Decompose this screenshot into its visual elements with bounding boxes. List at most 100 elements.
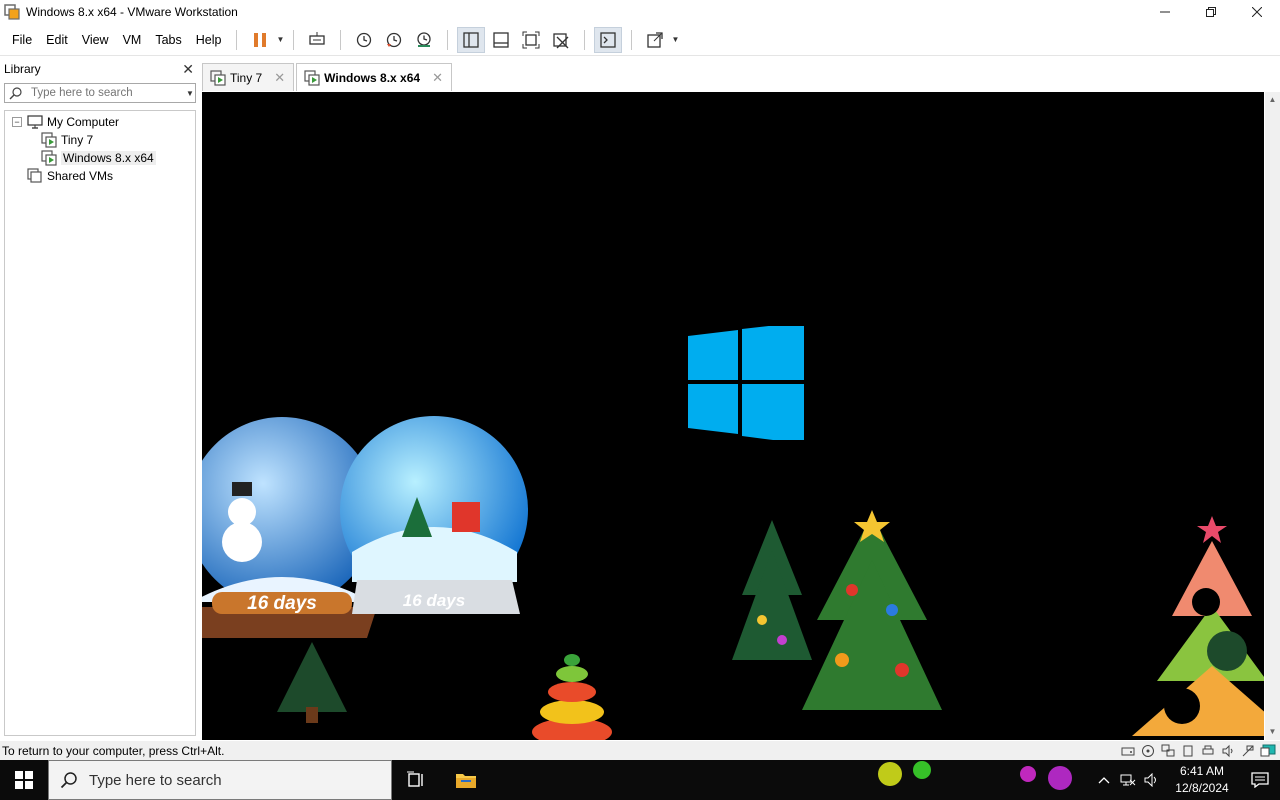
vm-vertical-scrollbar[interactable]: ▲ ▼ (1265, 92, 1280, 740)
printer-icon[interactable] (1200, 744, 1216, 758)
taskbar-clock[interactable]: 6:41 AM 12/8/2024 (1164, 760, 1240, 800)
snow-globe-gadgets: 16 days 16 days (202, 416, 528, 723)
windows-taskbar: Type here to search 6:41 AM 12/8/2024 (0, 760, 1280, 800)
hard-disk-icon[interactable] (1120, 744, 1136, 758)
snapshot-button[interactable] (350, 27, 378, 53)
tree-label: Tiny 7 (61, 133, 94, 147)
network-icon[interactable] (1116, 760, 1140, 800)
globe-left-days-label: 16 days (247, 593, 317, 614)
toolbar-separator (293, 29, 295, 50)
windows-logo-icon (688, 326, 804, 440)
start-button[interactable] (0, 760, 48, 800)
task-view-icon (407, 771, 423, 787)
tree-label: Shared VMs (47, 169, 114, 183)
library-panel-icon (463, 31, 480, 48)
taskbar-search-placeholder: Type here to search (89, 771, 222, 789)
vm-running-icon (41, 132, 57, 148)
revert-clock-icon (387, 32, 402, 47)
scroll-down-icon[interactable]: ▼ (1265, 724, 1280, 740)
close-window-button[interactable] (1234, 0, 1280, 24)
tab-windows-8[interactable]: Windows 8.x x64 ✕ (296, 63, 452, 91)
network-adapter-icon[interactable] (1160, 744, 1176, 758)
vm-console-screen[interactable]: 16 days 16 days (202, 92, 1264, 740)
task-view-button[interactable] (392, 760, 440, 800)
taskbar-search-box[interactable]: Type here to search (48, 760, 392, 800)
search-dropdown-icon[interactable]: ▼ (185, 89, 195, 98)
keyboard-icon (309, 31, 326, 45)
stretch-guest-button[interactable] (641, 27, 669, 53)
full-screen-button[interactable] (517, 27, 545, 53)
library-tree: − My Computer Tiny 7 Windows 8.x x64 Sha… (4, 110, 196, 736)
christmas-tree-decoration (732, 510, 942, 710)
show-library-button[interactable] (457, 26, 486, 53)
toolbar-separator (340, 29, 342, 50)
console-icon (600, 31, 617, 48)
power-dropdown[interactable]: ▼ (275, 35, 285, 44)
sound-card-icon[interactable] (1220, 744, 1236, 758)
close-tab-icon[interactable]: ✕ (274, 70, 285, 86)
tree-label: My Computer (47, 115, 120, 129)
library-search-input[interactable] (23, 87, 185, 99)
menu-tabs[interactable]: Tabs (148, 24, 188, 56)
full-screen-icon (522, 31, 540, 48)
message-log-icon[interactable] (1260, 744, 1276, 758)
shared-vms-icon (27, 168, 43, 184)
clock-time: 6:41 AM (1179, 764, 1225, 778)
unity-icon (553, 32, 569, 48)
pause-icon (254, 32, 267, 47)
close-library-icon[interactable]: ✕ (182, 61, 194, 78)
tree-item-my-computer[interactable]: − My Computer (5, 113, 195, 131)
collapse-icon[interactable]: − (12, 117, 22, 127)
toolbar-separator (584, 29, 586, 50)
minimize-button[interactable] (1142, 0, 1188, 24)
menu-toolbar: File Edit View VM Tabs Help ▼ ▼ (0, 24, 1280, 56)
snapshot-manager-icon (417, 31, 432, 47)
action-center-button[interactable] (1240, 760, 1280, 800)
show-hidden-icons-chevron-up-icon[interactable] (1092, 760, 1116, 800)
tree-item-shared-vms[interactable]: Shared VMs (5, 167, 195, 185)
volume-icon[interactable] (1140, 760, 1164, 800)
tree-item-tiny-7[interactable]: Tiny 7 (5, 131, 195, 149)
clock-date: 12/8/2024 (1175, 781, 1229, 795)
file-explorer-button[interactable] (442, 760, 490, 800)
close-tab-icon[interactable]: ✕ (432, 70, 443, 86)
unity-button[interactable] (547, 27, 575, 53)
menu-view[interactable]: View (75, 24, 116, 56)
tab-label: Windows 8.x x64 (324, 70, 421, 85)
scroll-up-icon[interactable]: ▲ (1265, 92, 1280, 108)
vmware-app-icon (4, 4, 20, 20)
menu-vm[interactable]: VM (116, 24, 149, 56)
revert-snapshot-button[interactable] (380, 27, 408, 53)
vm-running-icon (41, 150, 57, 166)
toolbar-separator (631, 29, 633, 50)
library-panel: Library ✕ ▼ − My Computer Tiny 7 Windows (0, 57, 200, 741)
menu-help[interactable]: Help (189, 24, 229, 56)
console-view-button[interactable] (594, 26, 623, 53)
windows-start-icon (15, 771, 33, 789)
thumbnail-bar-icon (493, 31, 510, 48)
toolbar-separator (447, 29, 449, 50)
cd-dvd-icon[interactable] (1140, 744, 1156, 758)
tree-item-windows-8[interactable]: Windows 8.x x64 (5, 149, 195, 167)
tab-tiny-7[interactable]: Tiny 7 ✕ (202, 63, 295, 91)
title-bar: Windows 8.x x64 - VMware Workstation (0, 0, 1280, 24)
menu-file[interactable]: File (5, 24, 39, 56)
globe-right-days-label: 16 days (403, 591, 465, 610)
taskbar-lights-decoration (878, 761, 1072, 790)
search-icon (49, 771, 89, 789)
folder-icon (456, 774, 476, 788)
triangle-tree-decoration (1132, 516, 1264, 736)
library-search[interactable]: ▼ (4, 83, 196, 103)
stretch-dropdown[interactable]: ▼ (670, 35, 680, 44)
thumbnail-bar-button[interactable] (487, 27, 515, 53)
send-ctrl-alt-del-button[interactable] (303, 27, 331, 53)
display-icon[interactable] (1240, 744, 1256, 758)
window-title: Windows 8.x x64 - VMware Workstation (26, 5, 238, 19)
usb-icon[interactable] (1180, 744, 1196, 758)
status-bar: To return to your computer, press Ctrl+A… (0, 741, 1280, 760)
restore-button[interactable] (1188, 0, 1234, 24)
pause-button[interactable] (246, 27, 274, 53)
search-icon (9, 84, 23, 102)
snapshot-manager-button[interactable] (410, 27, 438, 53)
menu-edit[interactable]: Edit (39, 24, 75, 56)
